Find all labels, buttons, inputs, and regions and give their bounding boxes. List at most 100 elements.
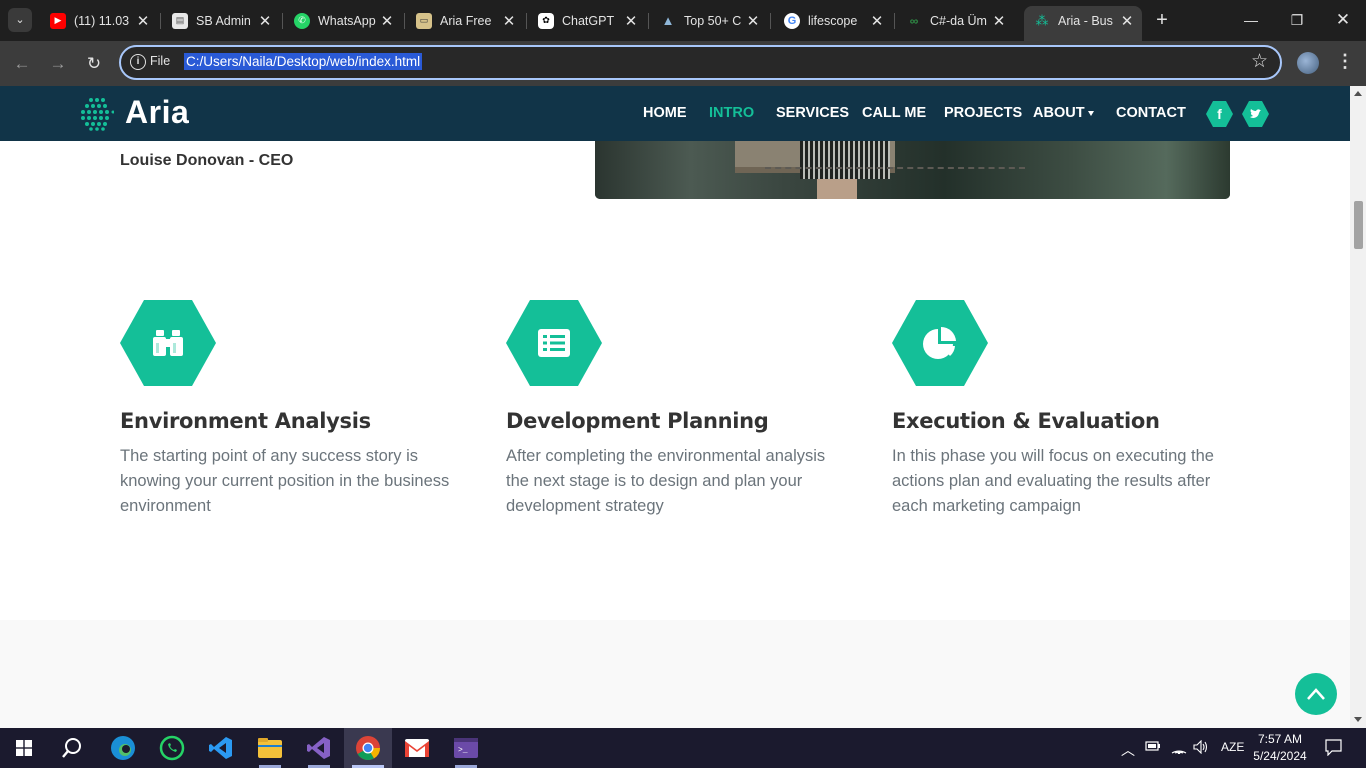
edge-icon[interactable] (108, 733, 138, 763)
tab-title: Top 50+ C (684, 13, 742, 28)
feature-execution-evaluation: Execution & Evaluation In this phase you… (892, 300, 1232, 519)
nav-services[interactable]: SERVICES (776, 105, 849, 121)
language-indicator[interactable]: AZE (1221, 740, 1244, 754)
address-bar[interactable]: i File C:/Users/Naila/Desktop/web/index.… (119, 45, 1282, 80)
tab-title: lifescope (808, 13, 858, 28)
reload-button[interactable]: ↻ (81, 51, 107, 77)
logo-mark-icon (81, 98, 114, 131)
tab-close-icon[interactable]: ✕ (990, 12, 1008, 30)
clock-time: 7:57 AM (1257, 732, 1303, 746)
feature-hexagon (120, 300, 216, 386)
tab-csharp[interactable]: ∞ C#-da Üm ✕ (896, 6, 1014, 35)
terminal-icon[interactable]: >_ (451, 733, 481, 763)
tab-close-icon[interactable]: ✕ (622, 12, 640, 30)
youtube-icon: ▶ (50, 12, 66, 29)
tab-lifescope[interactable]: G lifescope ✕ (774, 6, 892, 35)
document-icon: ▤ (172, 12, 188, 29)
notification-icon[interactable] (1325, 739, 1342, 759)
tab-sb-admin[interactable]: ▤ SB Admin ✕ (162, 6, 280, 35)
nav-contact[interactable]: CONTACT (1116, 105, 1186, 121)
chatgpt-icon: ✿ (538, 12, 554, 29)
vscode-icon[interactable] (206, 733, 236, 763)
nav-about-label: ABOUT (1033, 105, 1085, 121)
twitter-icon[interactable] (1242, 101, 1269, 127)
system-clock[interactable]: 7:57 AM 5/24/2024 (1252, 731, 1308, 765)
tab-close-icon[interactable]: ✕ (500, 12, 518, 30)
tab-close-icon[interactable]: ✕ (868, 12, 886, 30)
tab-close-icon[interactable]: ✕ (378, 12, 396, 30)
browser-tab-strip: ⌄ ▶ (11) 11.03 ✕ ▤ SB Admin ✕ ✆ WhatsApp… (0, 0, 1366, 41)
tab-title: SB Admin (196, 13, 251, 28)
gmail-icon[interactable] (402, 733, 432, 763)
minimize-button[interactable]: — (1228, 0, 1274, 40)
file-explorer-icon[interactable] (255, 733, 285, 763)
nav-projects[interactable]: PROJECTS (944, 105, 1022, 121)
nav-about-dropdown[interactable]: ABOUT (1033, 105, 1094, 121)
list-icon (538, 329, 570, 357)
tab-top50[interactable]: ▲ Top 50+ C ✕ (650, 6, 768, 35)
tab-search-button[interactable]: ⌄ (8, 8, 32, 32)
tab-title: Aria Free (440, 13, 492, 28)
tab-chatgpt[interactable]: ✿ ChatGPT ✕ (528, 6, 646, 35)
search-icon[interactable] (57, 733, 87, 763)
visual-studio-icon[interactable] (304, 733, 334, 763)
feature-hexagon (892, 300, 988, 386)
tab-close-icon[interactable]: ✕ (744, 12, 762, 30)
scrollbar-thumb[interactable] (1354, 201, 1363, 249)
tab-close-icon[interactable]: ✕ (1118, 12, 1136, 30)
nav-call-me[interactable]: CALL ME (862, 105, 926, 121)
tab-title: (11) 11.03 (74, 13, 130, 28)
feature-title: Development Planning (506, 409, 769, 433)
battery-icon[interactable] (1145, 740, 1161, 755)
volume-icon[interactable] (1193, 739, 1209, 757)
tab-close-icon[interactable]: ✕ (256, 12, 274, 30)
site-logo[interactable]: Aria (125, 94, 189, 131)
google-icon: G (784, 12, 800, 29)
feature-title: Execution & Evaluation (892, 409, 1160, 433)
page-scrollbar[interactable] (1350, 86, 1366, 728)
feature-hexagon (506, 300, 602, 386)
new-tab-button[interactable]: + (1151, 8, 1173, 32)
feature-text: After completing the environmental analy… (506, 447, 826, 515)
next-section-background (0, 620, 1350, 728)
forward-button[interactable]: → (45, 51, 71, 77)
tab-close-icon[interactable]: ✕ (134, 12, 152, 30)
feature-environment-analysis: Environment Analysis The starting point … (120, 300, 460, 519)
whatsapp-icon[interactable] (157, 733, 187, 763)
info-icon[interactable]: i (130, 54, 146, 70)
aria-icon: ⁂ (1035, 12, 1049, 28)
browser-toolbar: ← → ↻ i File C:/Users/Naila/Desktop/web/… (0, 41, 1366, 86)
nav-home[interactable]: HOME (643, 105, 687, 121)
aria-icon: ▭ (416, 12, 432, 29)
tab-title: Aria - Bus (1058, 13, 1113, 28)
tab-aria-free[interactable]: ▭ Aria Free ✕ (406, 6, 524, 35)
tab-youtube[interactable]: ▶ (11) 11.03 ✕ (40, 6, 158, 35)
close-window-button[interactable]: ✕ (1320, 0, 1366, 40)
svg-text:f: f (1217, 106, 1222, 122)
svg-text:>_: >_ (458, 746, 468, 755)
tab-whatsapp[interactable]: ✆ WhatsApp ✕ (284, 6, 402, 35)
restore-button[interactable]: ❐ (1274, 0, 1320, 40)
chevron-up-icon[interactable]: ︿ (1121, 740, 1135, 760)
facebook-icon[interactable]: f (1206, 101, 1233, 127)
browser-menu-icon[interactable]: ⋮ (1336, 51, 1354, 72)
nav-intro[interactable]: INTRO (709, 105, 754, 121)
pie-chart-icon (923, 326, 956, 359)
profile-avatar[interactable] (1297, 52, 1319, 74)
bookmark-star-icon[interactable]: ☆ (1251, 50, 1268, 73)
scroll-down-arrow[interactable] (1354, 717, 1362, 722)
url-text[interactable]: C:/Users/Naila/Desktop/web/index.html (184, 53, 423, 70)
back-to-top-button[interactable] (1295, 673, 1337, 715)
feature-text: The starting point of any success story … (120, 447, 450, 515)
feature-development-planning: Development Planning After completing th… (506, 300, 846, 519)
wifi-icon[interactable] (1171, 740, 1187, 757)
page-viewport: Aria HOME INTRO SERVICES CALL ME PROJECT… (0, 86, 1366, 728)
chrome-icon[interactable] (353, 733, 383, 763)
scroll-up-arrow[interactable] (1354, 91, 1362, 96)
tab-title: WhatsApp (318, 13, 376, 28)
back-button[interactable]: ← (9, 51, 35, 77)
whatsapp-icon: ✆ (294, 12, 310, 29)
site-navbar: Aria HOME INTRO SERVICES CALL ME PROJECT… (0, 86, 1350, 141)
windows-start-icon[interactable] (9, 733, 39, 763)
tab-aria-business[interactable]: ⁂ Aria - Bus ✕ (1024, 6, 1142, 41)
